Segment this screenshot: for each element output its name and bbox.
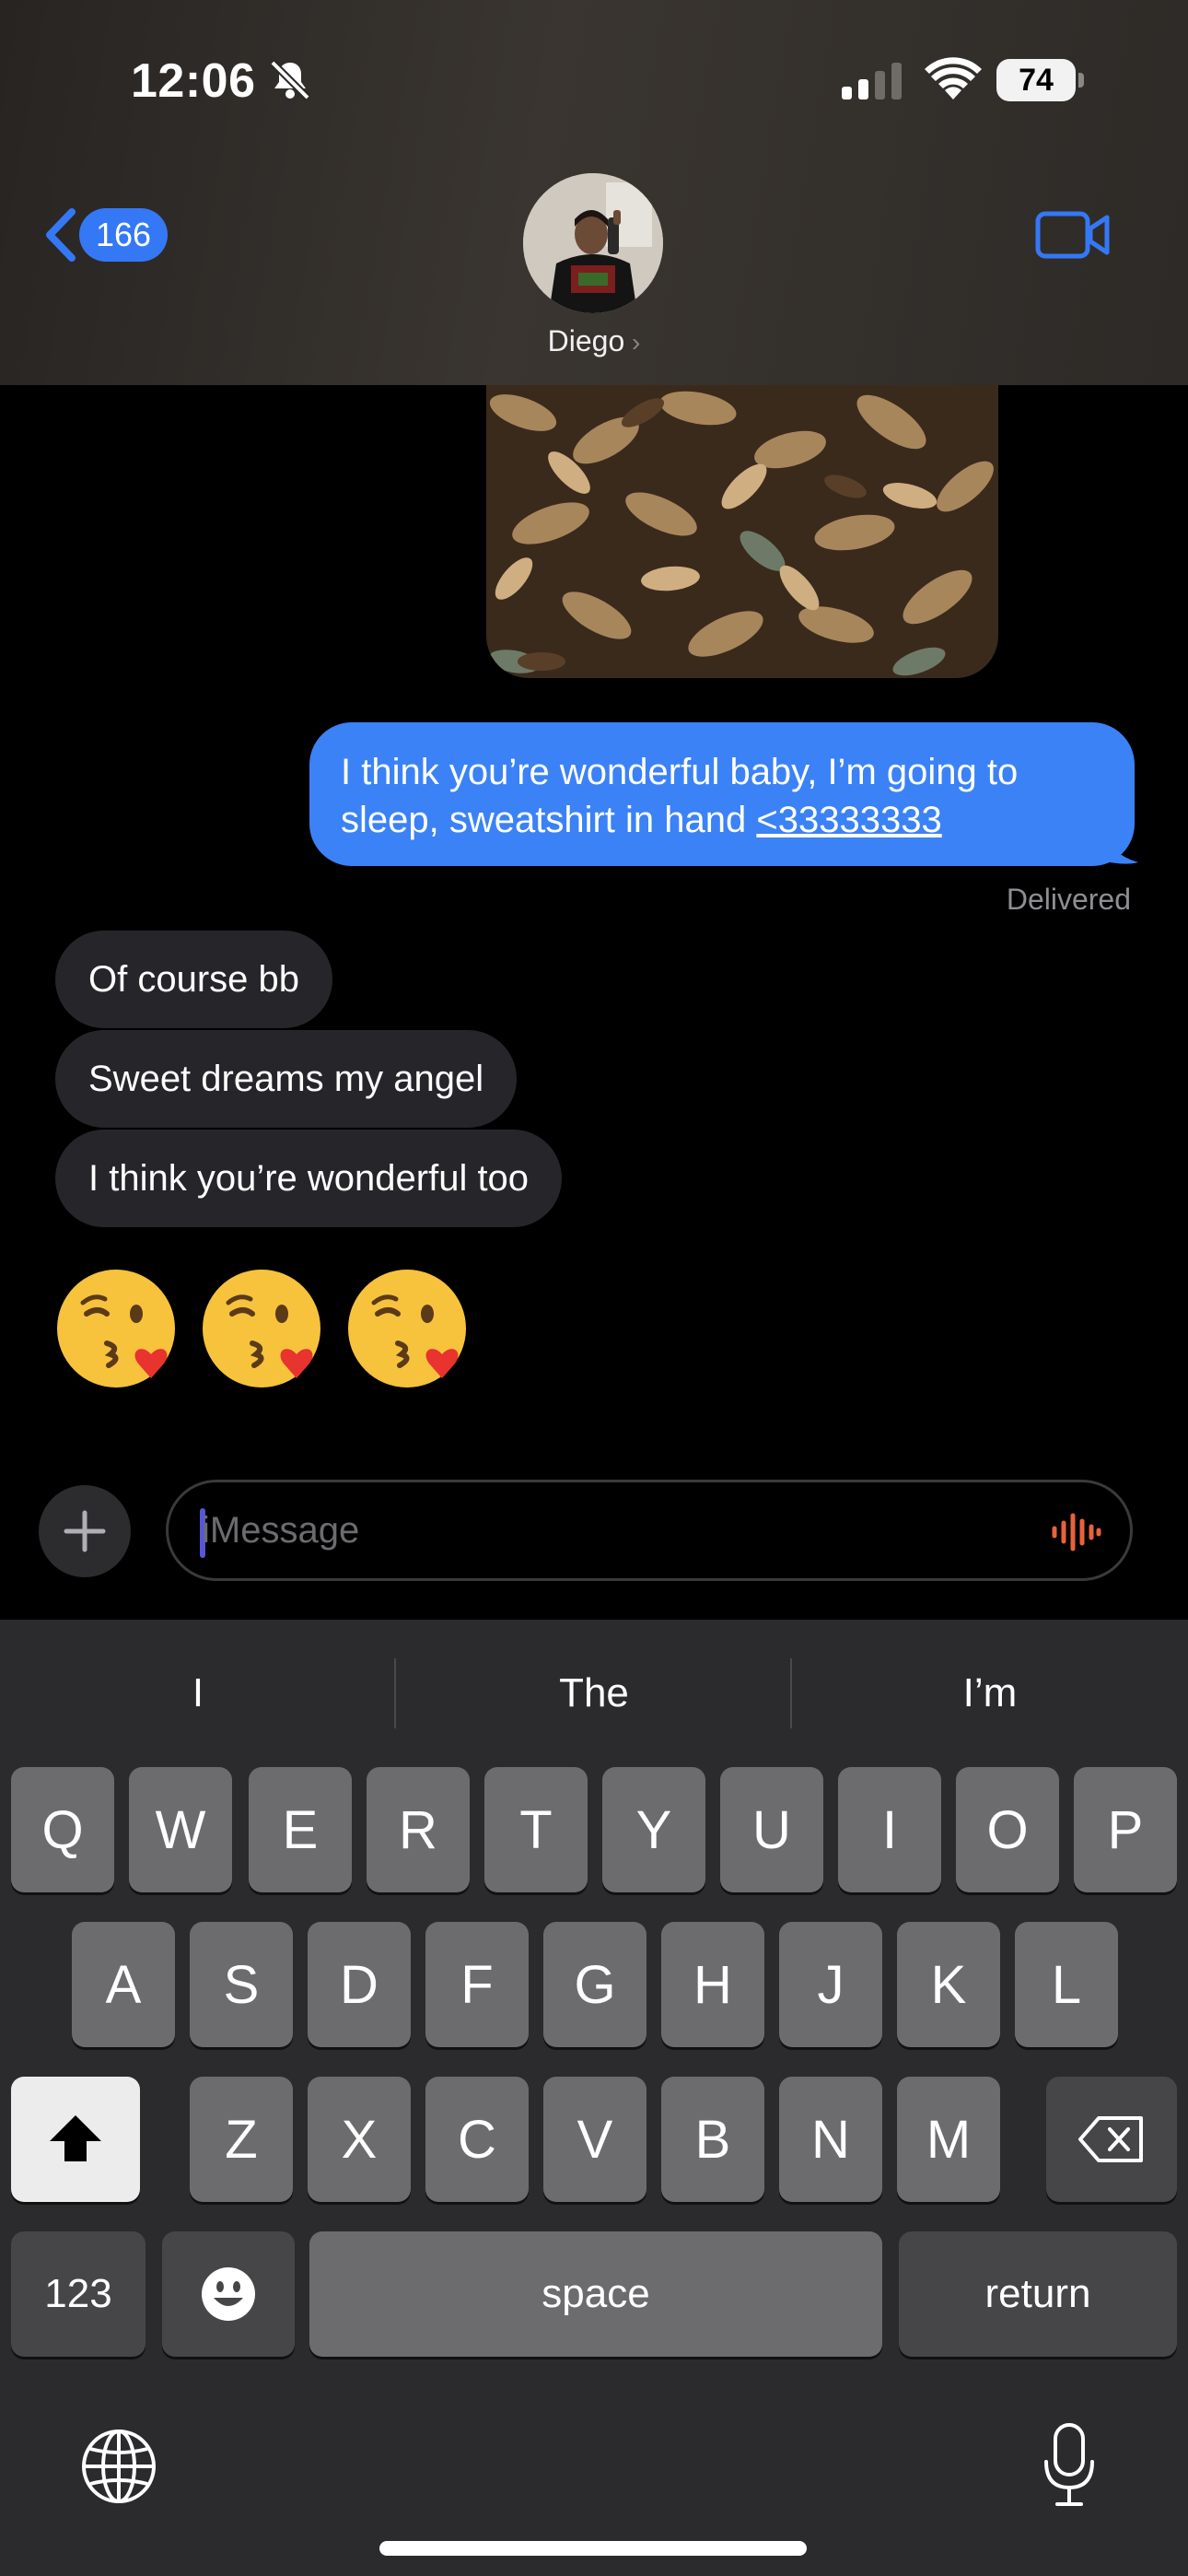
avatar-photo [523,173,663,313]
smiley-face-icon [202,2267,255,2321]
key-e[interactable]: E [249,1767,352,1892]
key-l[interactable]: L [1015,1922,1118,2047]
key-g[interactable]: G [543,1922,646,2047]
chevron-right-icon: › [624,328,641,357]
plus-icon [64,1510,106,1552]
contact-name[interactable]: Diego › [0,324,1188,358]
key-v[interactable]: V [543,2077,646,2202]
shift-key[interactable] [11,2077,140,2202]
cellular-signal-icon [842,63,902,100]
return-key[interactable]: return [899,2231,1177,2357]
photo-attachment[interactable] [486,385,998,678]
key-d[interactable]: D [308,1922,411,2047]
microphone-icon[interactable] [1041,2421,1098,2510]
key-z[interactable]: Z [190,2077,293,2202]
unread-count-badge: 166 [79,208,169,262]
kissing-heart-emoji-icon [203,1270,320,1388]
delivery-status: Delivered [1006,883,1131,916]
key-i[interactable]: I [838,1767,941,1892]
sent-message-line2: sleep, sweatshirt in hand <33333333 [341,800,942,840]
key-j[interactable]: J [779,1922,882,2047]
key-n[interactable]: N [779,2077,882,2202]
add-attachment-button[interactable] [39,1485,131,1577]
received-message-bubble[interactable]: I think you’re wonderful too [55,1130,563,1227]
audio-waveform-icon[interactable] [1051,1512,1102,1552]
suggestion-item[interactable]: The [396,1620,792,1767]
backspace-key[interactable] [1046,2077,1177,2202]
key-w[interactable]: W [129,1767,232,1892]
key-c[interactable]: C [425,2077,529,2202]
video-call-icon[interactable] [1035,208,1111,262]
predictive-bar: I The I’m [0,1620,1188,1767]
key-a[interactable]: A [72,1922,175,2047]
home-indicator[interactable] [379,2541,807,2556]
kissing-heart-emoji-icon [348,1270,466,1388]
received-message-bubble[interactable]: Of course bb [55,931,333,1028]
emoji-key[interactable] [162,2231,295,2357]
globe-icon[interactable] [77,2425,160,2508]
space-key[interactable]: space [309,2231,882,2357]
wifi-icon [925,57,982,100]
key-q[interactable]: Q [11,1767,114,1892]
received-message-bubble[interactable]: Sweet dreams my angel [55,1030,518,1128]
key-b[interactable]: B [661,2077,764,2202]
status-time: 12:06 [131,54,256,108]
message-link[interactable]: <33333333 [756,800,941,840]
key-s[interactable]: S [190,1922,293,2047]
key-x[interactable]: X [308,2077,411,2202]
key-r[interactable]: R [367,1767,470,1892]
emoji-message[interactable] [55,1266,473,1393]
conversation-header: 12:06 74 166 Diego › [0,0,1188,385]
battery-icon: 74 [996,59,1085,101]
numbers-key[interactable]: 123 [11,2231,146,2357]
sent-message-line1: I think you’re wonderful baby, I’m going… [341,752,1019,792]
key-t[interactable]: T [484,1767,588,1892]
key-h[interactable]: H [661,1922,764,2047]
contact-avatar[interactable] [523,173,663,313]
message-input[interactable]: iMessage [166,1480,1133,1581]
sent-message-bubble[interactable]: I think you’re wonderful baby, I’m going… [309,722,1135,866]
key-y[interactable]: Y [602,1767,705,1892]
battery-level: 74 [1019,63,1054,98]
key-o[interactable]: O [956,1767,1059,1892]
message-placeholder: iMessage [202,1510,360,1551]
suggestion-item[interactable]: I [0,1620,396,1767]
key-p[interactable]: P [1074,1767,1177,1892]
kissing-heart-emoji-icon [57,1270,175,1388]
suggestion-item[interactable]: I’m [792,1620,1188,1767]
bell-slash-icon [270,60,310,100]
key-u[interactable]: U [720,1767,823,1892]
key-f[interactable]: F [425,1922,529,2047]
bubble-tail [1101,825,1138,864]
leaves-photo [486,385,998,678]
key-k[interactable]: K [897,1922,1000,2047]
delete-icon [1078,2116,1143,2162]
chevron-left-icon [46,208,76,262]
back-button[interactable]: 166 [41,205,169,265]
shift-arrow-icon [50,2115,101,2161]
key-m[interactable]: M [897,2077,1000,2202]
